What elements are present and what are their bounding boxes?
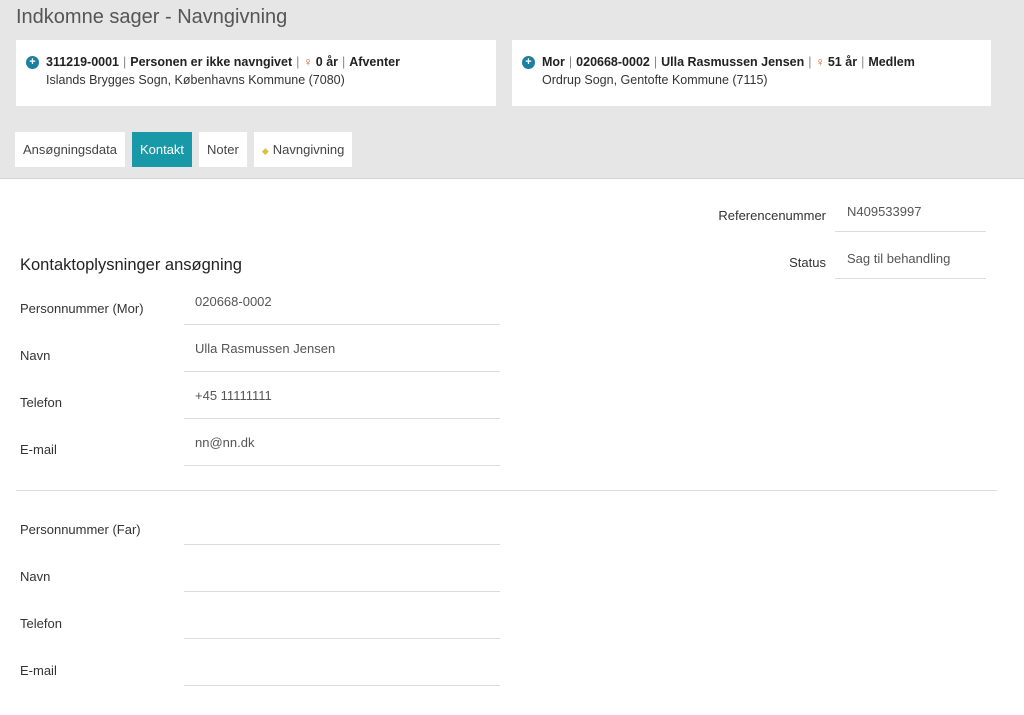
mother-cpr-label: Personnummer (Mor) (20, 301, 144, 316)
mother-location: Ordrup Sogn, Gentofte Kommune (7115) (542, 73, 768, 87)
father-email-label: E-mail (20, 663, 57, 678)
tab-bar: Ansøgningsdata Kontakt Noter ◆ Navngivnin… (15, 132, 353, 167)
case-header: Indkomne sager - Navngivning + 311219-00… (0, 0, 1024, 179)
status-value: Sag til behandling (835, 239, 986, 279)
tab-ansoegningsdata[interactable]: Ansøgningsdata (15, 132, 125, 167)
father-phone-label: Telefon (20, 616, 62, 631)
child-status-text: Personen er ikke navngivet (130, 55, 293, 69)
mother-cpr: 020668-0002 (576, 55, 650, 69)
father-name-label: Navn (20, 569, 51, 584)
tab-navngivning[interactable]: ◆ Navngivning (253, 132, 353, 167)
child-age: 0 år (315, 55, 339, 69)
separator: | (568, 55, 573, 69)
contact-content: Referencenummer N409533997 Status Sag ti… (0, 179, 1024, 715)
mother-phone-field[interactable]: +45 11111111 (184, 372, 500, 419)
mother-cpr-field[interactable]: 020668-0002 (184, 278, 500, 325)
child-person-card: + 311219-0001 | Personen er ikke navngiv… (16, 40, 496, 106)
status-label: Status (789, 255, 826, 270)
mother-name-field[interactable]: Ulla Rasmussen Jensen (184, 325, 500, 372)
father-cpr-label: Personnummer (Far) (20, 522, 141, 537)
separator: | (861, 55, 865, 69)
mother-person-card: + Mor | 020668-0002 | Ulla Rasmussen Jen… (512, 40, 991, 106)
tab-noter[interactable]: Noter (199, 132, 247, 167)
separator: | (653, 55, 658, 69)
father-email-field[interactable] (184, 639, 500, 686)
page-title: Indkomne sager - Navngivning (16, 6, 288, 28)
expand-plus-icon[interactable]: + (26, 55, 39, 69)
female-icon: ♀ (815, 55, 825, 69)
reference-label: Referencenummer (718, 208, 826, 223)
mother-role: Mor (542, 55, 565, 69)
child-membership: Afventer (349, 55, 400, 69)
expand-plus-icon[interactable]: + (522, 55, 535, 69)
mother-membership: Medlem (868, 55, 915, 69)
separator: | (342, 55, 346, 69)
father-phone-field[interactable] (184, 592, 500, 639)
separator: | (123, 55, 127, 69)
section-divider (16, 490, 997, 491)
mother-email-label: E-mail (20, 442, 57, 457)
mother-phone-label: Telefon (20, 395, 62, 410)
reference-value: N409533997 (835, 192, 986, 232)
separator: | (296, 55, 300, 69)
mother-name: Ulla Rasmussen Jensen (661, 55, 805, 69)
tab-kontakt[interactable]: Kontakt (131, 132, 193, 167)
mother-name-label: Navn (20, 348, 51, 363)
female-icon: ♀ (303, 55, 313, 69)
child-location: Islands Brygges Sogn, Københavns Kommune… (46, 73, 345, 87)
father-name-field[interactable] (184, 545, 500, 592)
section-title: Kontaktoplysninger ansøgning (20, 256, 242, 274)
diamond-icon: ◆ (261, 146, 269, 156)
mother-email-field[interactable]: nn@nn.dk (184, 419, 500, 466)
separator: | (808, 55, 812, 69)
father-cpr-field[interactable] (184, 498, 500, 545)
mother-age: 51 år (827, 55, 858, 69)
child-cpr: 311219-0001 (46, 55, 119, 69)
